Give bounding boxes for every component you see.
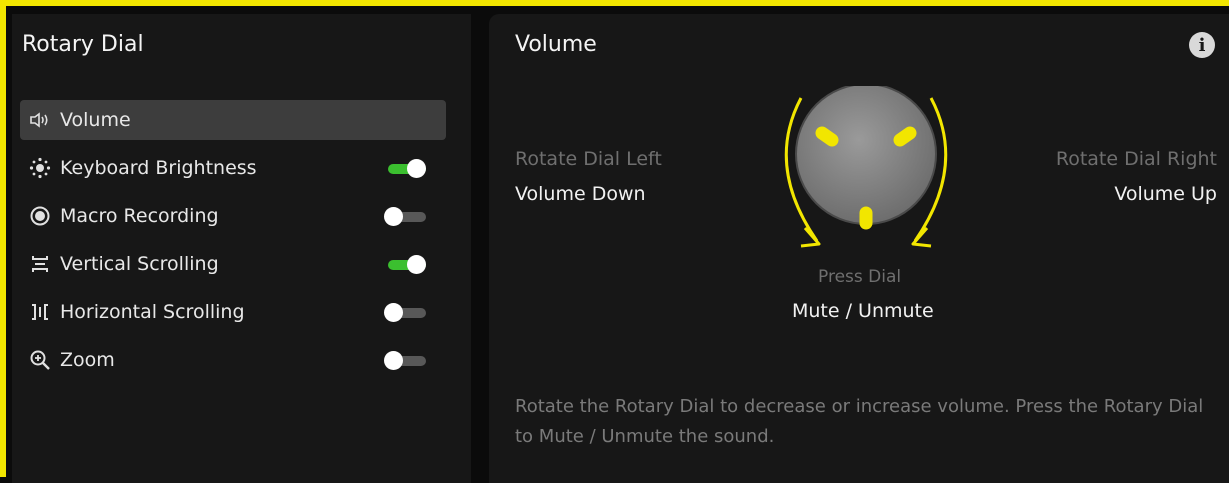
rotate-left-action: Volume Down [515, 183, 646, 205]
sidebar-item-label: Vertical Scrolling [60, 253, 219, 275]
sidebar-item-vertical-scrolling[interactable]: Vertical Scrolling [20, 244, 446, 284]
panel-title: Rotary Dial [22, 32, 144, 57]
toggle-knob [384, 303, 403, 322]
detail-title: Volume [515, 32, 597, 57]
press-dial-action: Mute / Unmute [792, 300, 934, 322]
vertical-scrolling-toggle[interactable] [384, 255, 426, 274]
sidebar-item-volume[interactable]: Volume [20, 100, 446, 140]
zoom-icon [20, 349, 60, 371]
keyboard-brightness-toggle[interactable] [384, 159, 426, 178]
sidebar-item-macro-recording[interactable]: Macro Recording [20, 196, 446, 236]
brightness-icon [20, 157, 60, 179]
rotary-dial-illustration [784, 86, 948, 248]
sidebar-item-label: Macro Recording [60, 205, 219, 227]
sidebar-item-label: Volume [60, 109, 131, 131]
sidebar-item-label: Zoom [60, 349, 115, 371]
toggle-knob [407, 255, 426, 274]
sidebar-item-keyboard-brightness[interactable]: Keyboard Brightness [20, 148, 446, 188]
sidebar-item-horizontal-scrolling[interactable]: Horizontal Scrolling [20, 292, 446, 332]
zoom-toggle[interactable] [384, 351, 426, 370]
volume-detail-panel: Volume i Rotate Dial Left Volume Down Ro… [489, 14, 1229, 483]
rotate-right-action: Volume Up [1114, 183, 1217, 205]
vertical-scroll-icon [20, 253, 60, 275]
macro-recording-toggle[interactable] [384, 207, 426, 226]
record-icon [20, 205, 60, 227]
toggle-knob [407, 159, 426, 178]
rotate-left-label: Rotate Dial Left [515, 148, 662, 170]
function-list: Volume Keyboard Brightness Macro Recordi… [20, 100, 446, 388]
horizontal-scrolling-toggle[interactable] [384, 303, 426, 322]
description-text: Rotate the Rotary Dial to decrease or in… [515, 396, 1204, 447]
info-icon[interactable]: i [1189, 32, 1215, 58]
rotary-dial-panel: Rotary Dial Volume Keyboard Brightness M… [12, 14, 471, 483]
sidebar-item-label: Keyboard Brightness [60, 157, 257, 179]
rotate-right-label: Rotate Dial Right [1055, 148, 1217, 170]
toggle-knob [384, 207, 403, 226]
sidebar-item-zoom[interactable]: Zoom [20, 340, 446, 380]
horizontal-scroll-icon [20, 301, 60, 323]
toggle-knob [384, 351, 403, 370]
speaker-icon [20, 112, 60, 128]
sidebar-item-label: Horizontal Scrolling [60, 301, 245, 323]
app-frame: Rotary Dial Volume Keyboard Brightness M… [0, 0, 1229, 483]
press-dial-label: Press Dial [818, 267, 902, 287]
